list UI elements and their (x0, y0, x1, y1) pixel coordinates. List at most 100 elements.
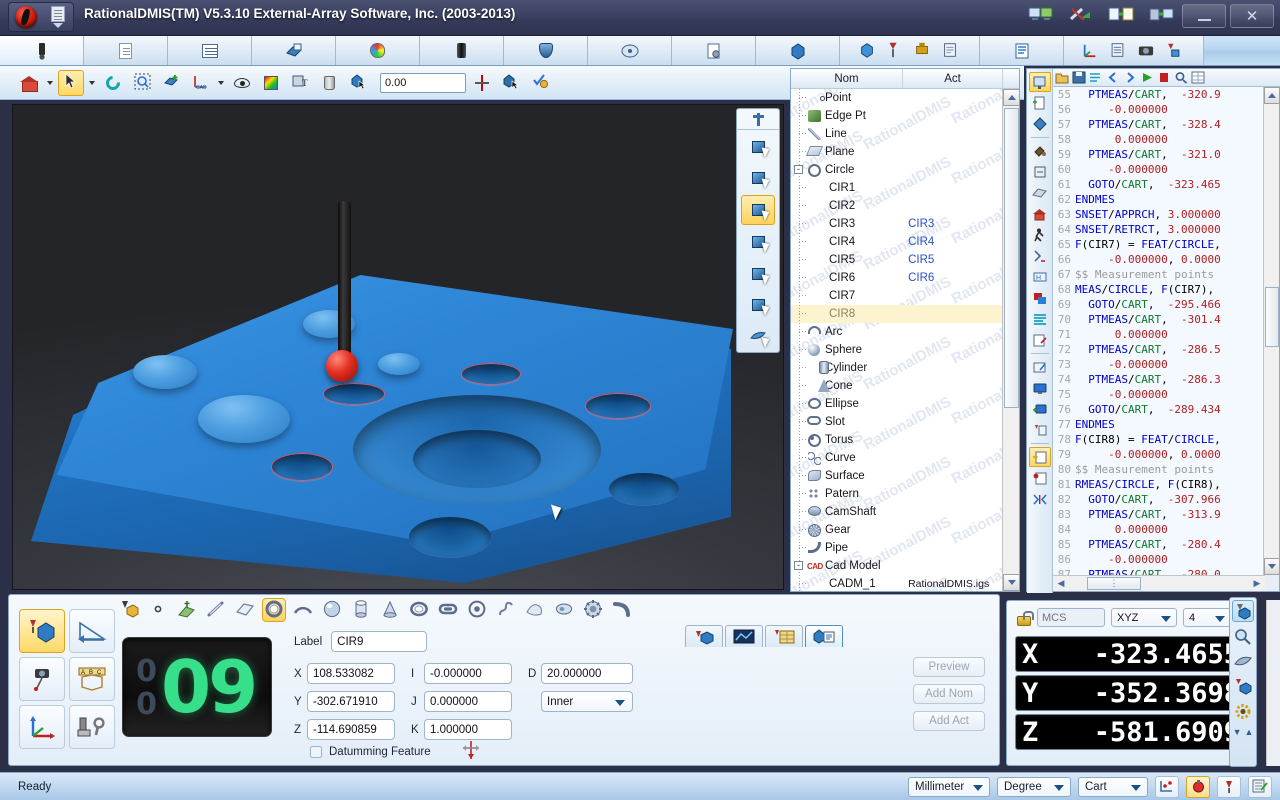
cad-axis-button[interactable]: CAD (187, 70, 213, 96)
tree-row-cir2[interactable]: CIR2 (791, 197, 1003, 215)
code-line[interactable]: 63SNSET/APPRCH, 3.000000 (1053, 207, 1265, 222)
linear-unit-select[interactable]: Millimeter (908, 777, 990, 797)
dro-mode-select[interactable]: XYZ (1111, 608, 1177, 627)
code-line[interactable]: 74 PTMEAS/CART, -286.3 (1053, 372, 1265, 387)
curve-feature-button[interactable] (494, 598, 518, 622)
tree-scrollbar[interactable] (1002, 89, 1019, 591)
home-button[interactable] (16, 70, 42, 96)
code-scroll-down-button[interactable] (1264, 558, 1280, 575)
code-line[interactable]: 70 PTMEAS/CART, -301.4 (1053, 312, 1265, 327)
label-input[interactable] (331, 631, 427, 652)
tree-row-cadm-1[interactable]: CADM_1RationalDMIS.igs (791, 575, 1003, 591)
code-line[interactable]: 58 0.000000 (1053, 132, 1265, 147)
tree-row-surface[interactable]: Surface (791, 467, 1003, 485)
k-vector-input[interactable] (424, 719, 512, 740)
code-line[interactable]: 62ENDMES (1053, 192, 1265, 207)
x-coordinate-input[interactable] (307, 663, 395, 684)
dro-surface-button[interactable] (1232, 650, 1254, 672)
cad-axis-dropdown[interactable] (216, 70, 226, 96)
code-line[interactable]: 71 0.000000 (1053, 327, 1265, 342)
zoom-window-button[interactable] (129, 70, 155, 96)
dmis-code-area[interactable]: 55 PTMEAS/CART, -320.956 -0.00000057 PTM… (1053, 87, 1265, 575)
code-horizontal-scrollbar[interactable]: ◀ ⋮ ▶ (1053, 575, 1265, 591)
datumming-checkbox[interactable] (310, 746, 322, 758)
code-line[interactable]: 61 GOTO/CART, -323.465 (1053, 177, 1265, 192)
tab-coordinate-group[interactable] (1064, 36, 1204, 65)
cylinder-feature-button[interactable] (349, 598, 373, 622)
code-open-icon[interactable] (1055, 71, 1070, 85)
tree-row-cir3[interactable]: CIR3CIR3 (791, 215, 1003, 233)
code-run-icon[interactable] (1140, 71, 1155, 85)
gear-feature-button[interactable] (581, 598, 605, 622)
circle-feature-button[interactable] (262, 598, 286, 622)
status-edit-icon[interactable] (1248, 776, 1272, 798)
select-dropdown[interactable] (87, 70, 97, 96)
app-menu-button[interactable] (42, 2, 74, 32)
code-vertical-scrollbar[interactable] (1263, 87, 1279, 575)
diameter-input[interactable] (541, 663, 633, 684)
code-compare-button[interactable] (1029, 489, 1051, 509)
tree-row-curve[interactable]: Curve (791, 449, 1003, 467)
z-coordinate-input[interactable] (307, 719, 395, 740)
datum-axis-icon[interactable] (460, 739, 482, 764)
close-button[interactable]: ✕ (1230, 4, 1274, 28)
dro-measure-button[interactable] (1232, 675, 1254, 697)
angular-unit-select[interactable]: Degree (997, 777, 1071, 797)
tree-row-edge-pt[interactable]: Edge Pt (791, 107, 1003, 125)
torus-feature-button[interactable] (465, 598, 489, 622)
unlock-icon[interactable] (1015, 611, 1031, 625)
bin-button[interactable] (316, 70, 342, 96)
mode-sensor[interactable] (19, 657, 65, 701)
code-line[interactable]: 64SNSET/RETRCT, 3.000000 (1053, 222, 1265, 237)
tree-scroll-thumb[interactable] (1004, 108, 1019, 408)
tab-table[interactable] (168, 36, 252, 65)
right-vertical-scrollbar[interactable] (1266, 600, 1280, 766)
code-list-button[interactable] (1029, 309, 1051, 329)
visibility-button[interactable] (229, 70, 255, 96)
code-plane-button[interactable] (1029, 183, 1051, 203)
coordinate-mode-select[interactable]: Cart (1078, 777, 1148, 797)
line-feature-button[interactable] (204, 598, 228, 622)
code-bookmark-button[interactable] (1029, 468, 1051, 488)
tree-row-cir7[interactable]: CIR7 (791, 287, 1003, 305)
mode-gdt[interactable]: ABC (69, 657, 115, 701)
panel-tab-table[interactable] (765, 625, 803, 647)
code-pin-button[interactable] (1029, 72, 1051, 92)
add-act-button[interactable]: Add Act (913, 711, 985, 731)
code-probe-list-button[interactable] (1029, 420, 1051, 440)
cad-add-button[interactable] (158, 70, 184, 96)
code-line[interactable]: 78F(CIR8) = FEAT/CIRCLE, (1053, 432, 1265, 447)
tab-color[interactable] (336, 36, 420, 65)
tree-row-cir1[interactable]: CIR1 (791, 179, 1003, 197)
code-edit-prop-button[interactable] (1029, 330, 1051, 350)
direction-select[interactable]: Inner (541, 691, 633, 712)
code-hscroll-left-button[interactable]: ◀ (1053, 577, 1069, 591)
point-feature-button[interactable] (146, 598, 170, 622)
add-nom-button[interactable]: Add Nom (913, 684, 985, 704)
code-line[interactable]: 80$$ Measurement points (1053, 462, 1265, 477)
probe-feature-button[interactable] (117, 598, 141, 622)
code-line[interactable]: 59 PTMEAS/CART, -321.0 (1053, 147, 1265, 162)
color-button[interactable] (258, 70, 284, 96)
code-run-button[interactable] (1029, 225, 1051, 245)
tree-row-cir4[interactable]: CIR4CIR4 (791, 233, 1003, 251)
tree-row-camshaft[interactable]: CamShaft (791, 503, 1003, 521)
tab-document[interactable] (84, 36, 168, 65)
code-line[interactable]: 57 PTMEAS/CART, -328.4 (1053, 117, 1265, 132)
tab-report[interactable] (980, 36, 1064, 65)
dual-screen-icon[interactable] (1028, 4, 1054, 28)
code-monitor-button[interactable] (1029, 378, 1051, 398)
code-next-icon[interactable] (1123, 71, 1138, 85)
code-line[interactable]: 60 -0.000000 (1053, 162, 1265, 177)
tab-cad-import[interactable] (252, 36, 336, 65)
tree-row-cad-model[interactable]: -CADCad Model (791, 557, 1003, 575)
select-surface-button[interactable] (741, 322, 775, 352)
dro-probe-button[interactable] (1232, 600, 1254, 622)
edge-point-feature-button[interactable] (175, 598, 199, 622)
sphere-feature-button[interactable] (320, 598, 344, 622)
status-probe-icon[interactable] (1217, 776, 1241, 798)
code-line[interactable]: 73 -0.000000 (1053, 357, 1265, 372)
tree-row-patern[interactable]: Patern (791, 485, 1003, 503)
code-align-button[interactable] (1029, 162, 1051, 182)
tree-row-circle[interactable]: -Circle (791, 161, 1003, 179)
